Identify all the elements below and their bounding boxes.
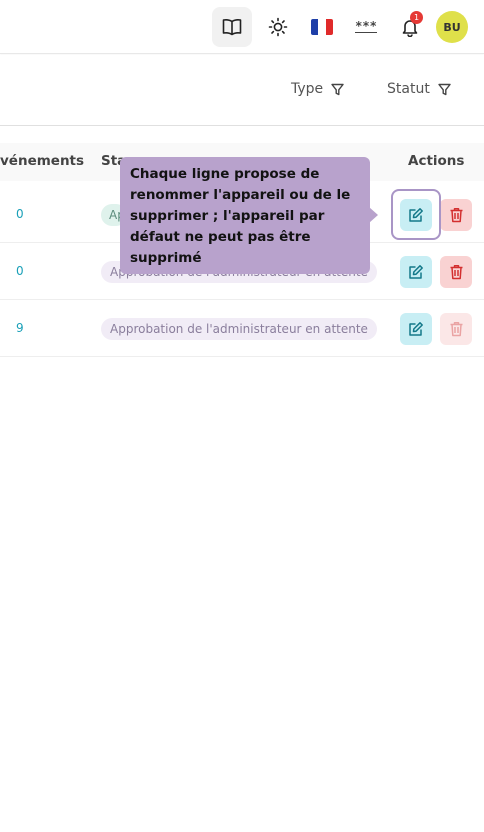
notifications-button[interactable]: 1: [390, 7, 430, 47]
delete-button[interactable]: [440, 199, 472, 231]
type-filter[interactable]: Type: [291, 79, 344, 99]
rename-button[interactable]: [400, 256, 432, 288]
theme-toggle-button[interactable]: [258, 7, 298, 47]
actions-column-header: Actions: [408, 153, 465, 169]
events-count: 0: [16, 207, 24, 221]
documentation-button[interactable]: [212, 7, 252, 47]
book-icon: [222, 18, 242, 36]
filter-icon: [331, 83, 344, 95]
filters-bar: Type Statut: [0, 55, 484, 126]
flag-fr-icon: [311, 19, 333, 35]
delete-button[interactable]: [440, 256, 472, 288]
notification-badge: 1: [410, 11, 423, 24]
tour-tooltip: Chaque ligne propose de renommer l'appar…: [120, 157, 370, 274]
table-row: 9 Approbation de l'administrateur en att…: [0, 300, 484, 357]
trash-icon: [450, 265, 462, 280]
password-icon: ***: [355, 18, 377, 33]
trash-icon: [450, 208, 462, 223]
avatar[interactable]: BU: [436, 11, 468, 43]
status-badge: Approbation de l'administrateur en atten…: [101, 318, 377, 340]
status-filter[interactable]: Statut: [387, 79, 451, 99]
top-bar: *** 1 BU: [0, 0, 484, 54]
filter-icon: [438, 83, 451, 95]
edit-icon: [409, 322, 423, 336]
status-filter-label: Statut: [387, 81, 430, 97]
tour-highlight: [391, 189, 441, 240]
delete-button-disabled: [440, 313, 472, 345]
password-button[interactable]: ***: [346, 7, 386, 47]
edit-icon: [409, 265, 423, 279]
events-count: 0: [16, 264, 24, 278]
events-column-header[interactable]: vénements: [0, 153, 84, 169]
events-count: 9: [16, 321, 24, 335]
trash-icon: [450, 322, 462, 337]
type-filter-label: Type: [291, 81, 324, 97]
rename-button[interactable]: [400, 313, 432, 345]
language-button[interactable]: [302, 7, 342, 47]
sun-icon: [268, 17, 288, 37]
tooltip-arrow: [369, 207, 378, 223]
